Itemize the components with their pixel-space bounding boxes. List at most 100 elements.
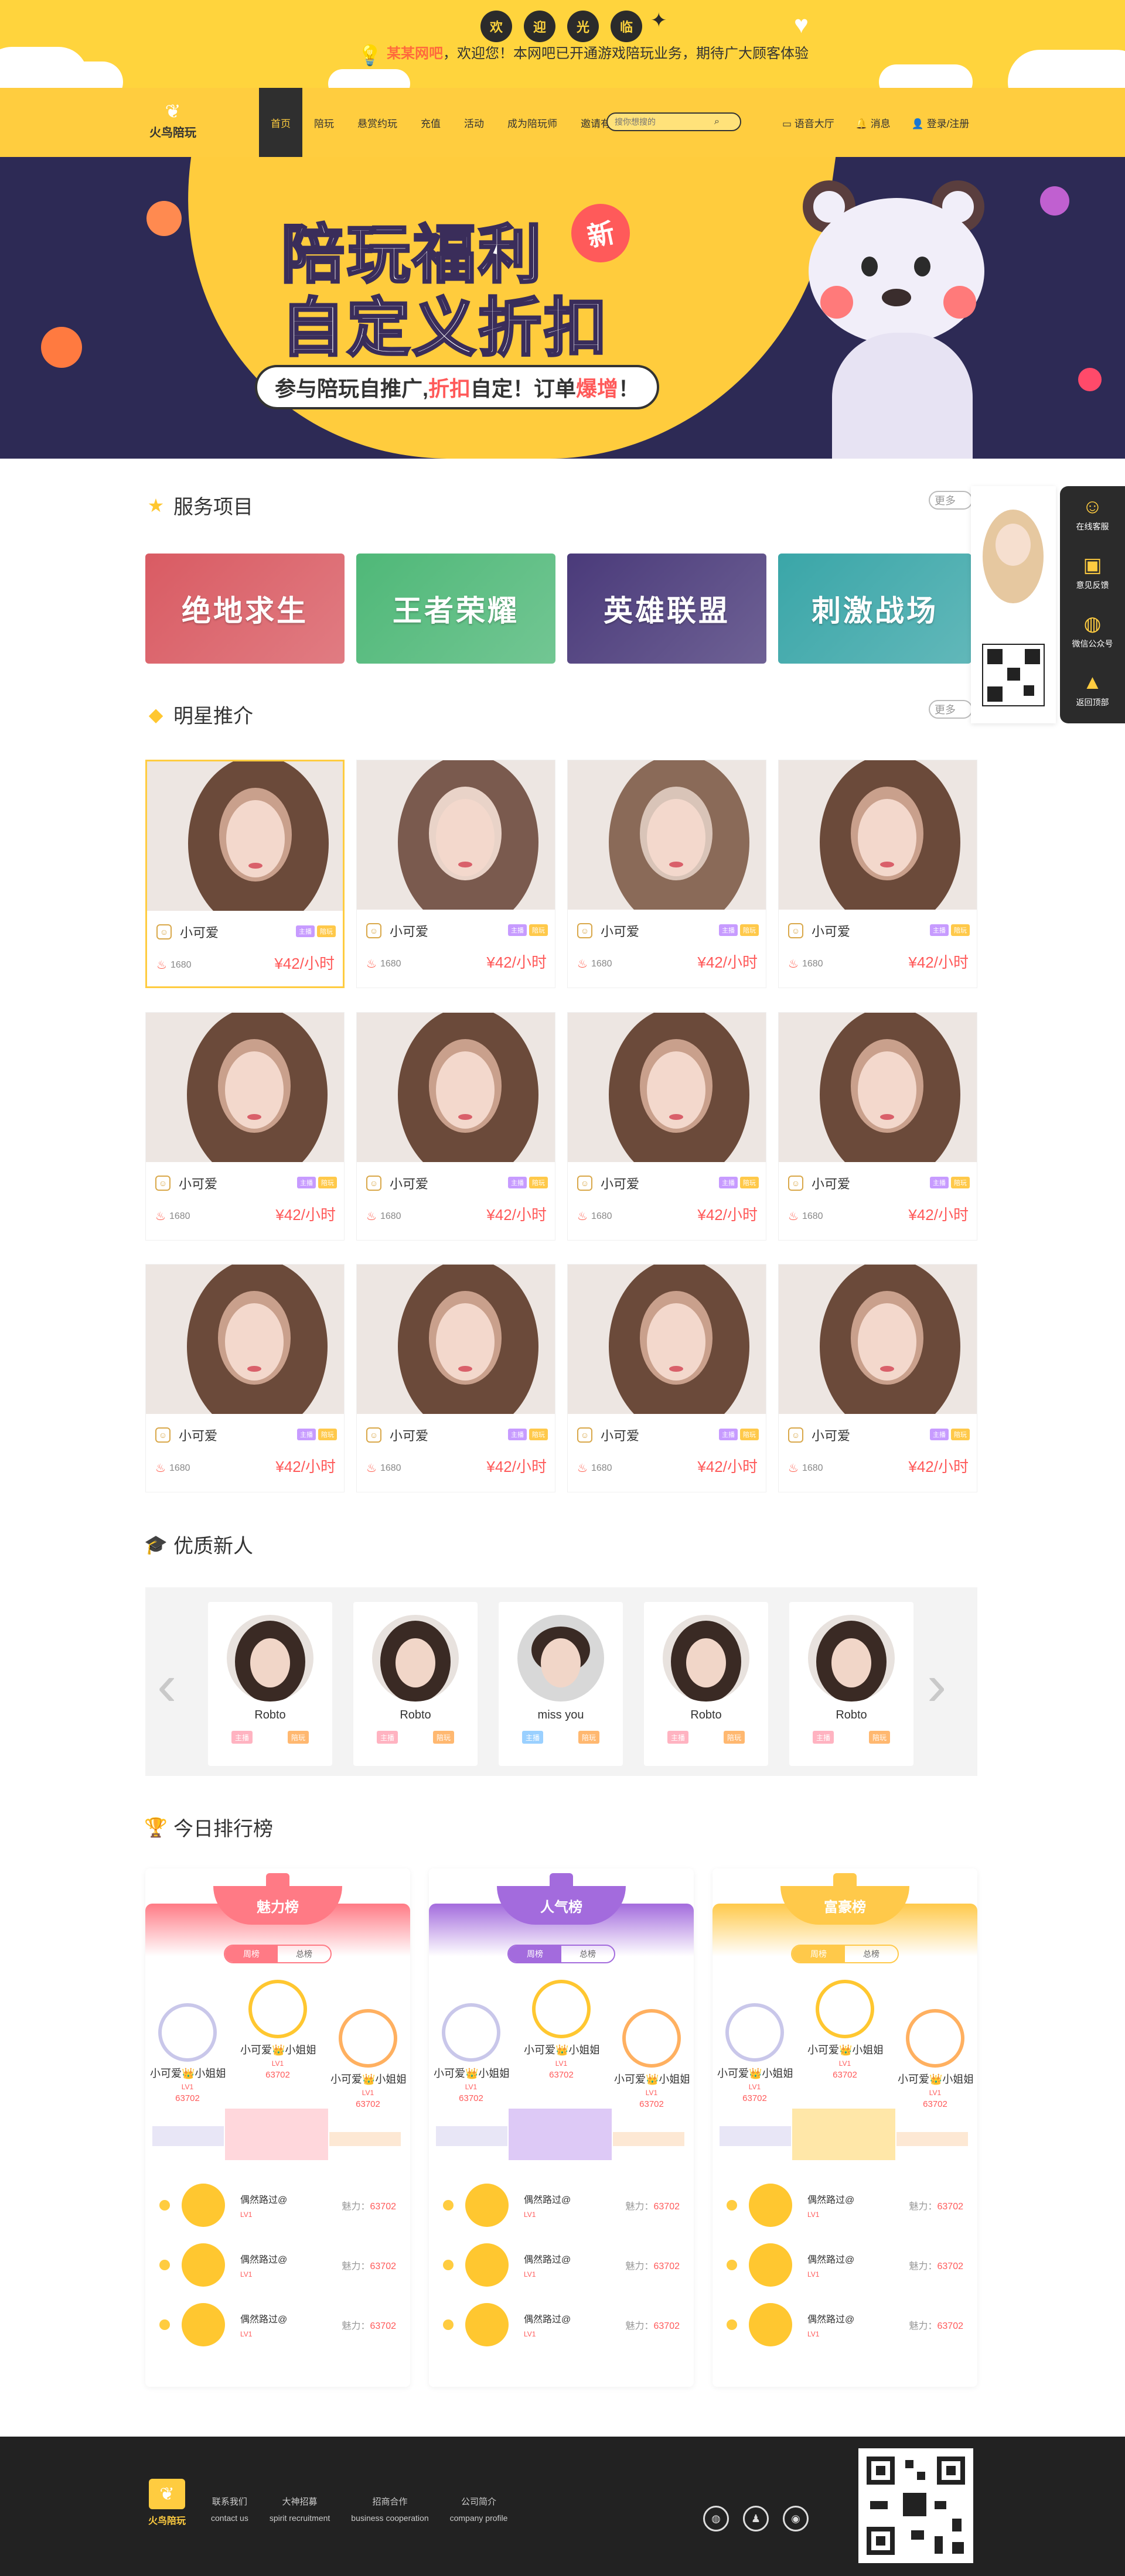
messages-link[interactable]: 🔔 消息 xyxy=(855,115,891,130)
back-to-top-button[interactable]: ▲ 返回顶部 xyxy=(1060,662,1125,718)
footer-link-recruit[interactable]: 大神招募 spirit recruitment xyxy=(270,2495,330,2523)
star-card[interactable]: ☺ 小可爱 主播 陪玩 ♨ 1680 ¥42/小时 xyxy=(356,1264,555,1492)
podium-user[interactable]: 小可爱👑小姐姐... LV1 63702 xyxy=(240,1980,315,2080)
footer-link-business[interactable]: 招商合作 business cooperation xyxy=(351,2495,428,2523)
rank-number-icon xyxy=(159,2260,170,2270)
service-honor-of-kings[interactable]: 王者荣耀 xyxy=(356,554,555,664)
stars-more-button[interactable]: 更多 xyxy=(929,700,973,719)
podium-avatar xyxy=(532,1980,591,2038)
wechat-icon[interactable]: ◍ xyxy=(703,2506,729,2531)
fire-icon: ♨ xyxy=(788,1462,799,1475)
podium-user[interactable]: 小可爱👑小姐姐... LV1 63702 xyxy=(434,2003,509,2103)
ranking-row[interactable]: 偶然路过@ LV1 魅力：63702 xyxy=(443,2298,680,2351)
voice-hall-link[interactable]: ▭ 语音大厅 xyxy=(782,115,834,130)
newcomer-card[interactable]: Robto 主播 陪玩 xyxy=(353,1602,478,1766)
nav-item-companion[interactable]: 陪玩 xyxy=(302,88,346,157)
ranking-row[interactable]: 偶然路过@ LV1 魅力：63702 xyxy=(727,2179,963,2232)
star-card[interactable]: ☺ 小可爱 主播 陪玩 ♨ 1680 ¥42/小时 xyxy=(778,760,977,988)
ranking-row[interactable]: 偶然路过@ LV1 魅力：63702 xyxy=(443,2179,680,2232)
service-pubg[interactable]: 绝地求生 xyxy=(145,554,345,664)
weibo-icon[interactable]: ◉ xyxy=(783,2506,809,2531)
star-count: 1680 xyxy=(802,1463,823,1473)
ranking-row[interactable]: 偶然路过@ LV1 魅力：63702 xyxy=(159,2239,396,2291)
star-stat: ♨ 1680 xyxy=(366,1209,401,1224)
service-pubg-mobile[interactable]: 刺激战场 xyxy=(778,554,971,664)
podium-user[interactable]: 小可爱👑小姐姐... LV1 63702 xyxy=(614,2009,689,2109)
nav-item-bounty[interactable]: 悬赏约玩 xyxy=(346,88,409,157)
qq-icon[interactable]: ♟ xyxy=(743,2506,769,2531)
online-service-button[interactable]: ☺ 在线客服 xyxy=(1060,486,1125,542)
tab-total[interactable]: 总榜 xyxy=(278,1946,330,1962)
ranking-row[interactable]: 偶然路过@ LV1 魅力：63702 xyxy=(727,2239,963,2291)
search-icon[interactable]: ⌕ xyxy=(714,117,720,127)
tab-total[interactable]: 总榜 xyxy=(561,1946,614,1962)
star-price: ¥42/小时 xyxy=(908,954,969,971)
star-card[interactable]: ☺ 小可爱 主播 陪玩 ♨ 1680 ¥42/小时 xyxy=(778,1264,977,1492)
star-card[interactable]: ☺ 小可爱 主播 陪玩 ♨ 1680 ¥42/小时 xyxy=(567,760,766,988)
star-card[interactable]: ☺ 小可爱 主播 陪玩 ♨ 1680 ¥42/小时 xyxy=(567,1264,766,1492)
footer-link-cn: 公司简介 xyxy=(461,2497,497,2507)
podium-user[interactable]: 小可爱👑小姐姐... LV1 63702 xyxy=(807,1980,882,2080)
star-tags: 主播 陪玩 xyxy=(508,1177,548,1188)
star-card[interactable]: ☺ 小可爱 主播 陪玩 ♨ 1680 ¥42/小时 xyxy=(145,760,345,988)
star-card[interactable]: ☺ 小可爱 主播 陪玩 ♨ 1680 ¥42/小时 xyxy=(567,1012,766,1241)
carousel-next-icon[interactable]: › xyxy=(927,1652,946,1719)
tag-companion: 陪玩 xyxy=(529,1177,548,1188)
service-lol[interactable]: 英雄联盟 xyxy=(567,554,766,664)
feedback-button[interactable]: ▣ 意见反馈 xyxy=(1060,545,1125,601)
banner-sub-highlight2: 爆增 xyxy=(576,377,619,401)
podium-value: 63702 xyxy=(459,2093,483,2103)
newcomer-card[interactable]: Robto 主播 陪玩 xyxy=(789,1602,913,1766)
login-link[interactable]: 👤 登录/注册 xyxy=(912,115,970,130)
star-card[interactable]: ☺ 小可爱 主播 陪玩 ♨ 1680 ¥42/小时 xyxy=(356,1012,555,1241)
board-name: 魅力榜 xyxy=(257,1899,299,1915)
star-card[interactable]: ☺ 小可爱 主播 陪玩 ♨ 1680 ¥42/小时 xyxy=(145,1264,345,1492)
footer-logo[interactable]: ❦ 火鸟陪玩 xyxy=(146,2479,188,2527)
ranking-row[interactable]: 偶然路过@ LV1 魅力：63702 xyxy=(159,2179,396,2232)
star-name: 小可爱 xyxy=(390,1429,429,1443)
rank-score-value: 63702 xyxy=(370,2202,397,2212)
podium-user[interactable]: 小可爱👑小姐姐... LV1 63702 xyxy=(150,2003,225,2103)
podium-level: LV1 xyxy=(748,2083,761,2091)
podium-user[interactable]: 小可爱👑小姐姐... LV1 63702 xyxy=(898,2009,973,2109)
rank-score-label: 魅力： xyxy=(909,2321,938,2331)
newcomer-card[interactable]: Robto 主播 陪玩 xyxy=(644,1602,768,1766)
nav-item-become-companion[interactable]: 成为陪玩师 xyxy=(496,88,569,157)
tag-anchor: 主播 xyxy=(377,1731,398,1744)
nav-item-home[interactable]: 首页 xyxy=(259,88,302,157)
footer-link-contact[interactable]: 联系我们 contact us xyxy=(211,2495,248,2523)
site-logo[interactable]: ❦ 火鸟陪玩 xyxy=(146,100,199,146)
tab-week[interactable]: 周榜 xyxy=(792,1946,845,1962)
hero-banner[interactable]: 陪玩福利 自定义折扣 新 参与陪玩自推广, 折扣 自定！订单 爆增！ xyxy=(0,157,1125,459)
star-count: 1680 xyxy=(591,1463,612,1473)
services-more-button[interactable]: 更多 xyxy=(929,491,973,510)
newcomers-heading: 🎓 优质新人 xyxy=(144,1530,253,1559)
search-input[interactable] xyxy=(615,117,714,127)
newcomer-card[interactable]: Robto 主播 陪玩 xyxy=(208,1602,332,1766)
tab-week[interactable]: 周榜 xyxy=(225,1946,278,1962)
ranking-row[interactable]: 偶然路过@ LV1 魅力：63702 xyxy=(727,2298,963,2351)
footer-link-profile[interactable]: 公司简介 company profile xyxy=(450,2495,508,2523)
ranking-row[interactable]: 偶然路过@ LV1 魅力：63702 xyxy=(443,2239,680,2291)
podium-user[interactable]: 小可爱👑小姐姐... LV1 63702 xyxy=(524,1980,599,2080)
carousel-prev-icon[interactable]: ‹ xyxy=(157,1652,176,1719)
nav-item-events[interactable]: 活动 xyxy=(452,88,496,157)
rank-number-icon xyxy=(727,2200,737,2211)
star-card[interactable]: ☺ 小可爱 主播 陪玩 ♨ 1680 ¥42/小时 xyxy=(778,1012,977,1241)
tab-week[interactable]: 周榜 xyxy=(509,1946,561,1962)
star-card[interactable]: ☺ 小可爱 主播 陪玩 ♨ 1680 ¥42/小时 xyxy=(145,1012,345,1241)
tag-companion: 陪玩 xyxy=(951,1429,970,1440)
wechat-button[interactable]: ◍ 微信公众号 xyxy=(1060,603,1125,660)
podium-name: 小可爱👑小姐姐... xyxy=(898,2073,973,2085)
podium-user[interactable]: 小可爱👑小姐姐... LV1 63702 xyxy=(717,2003,792,2103)
ranking-row[interactable]: 偶然路过@ LV1 魅力：63702 xyxy=(159,2298,396,2351)
star-card[interactable]: ☺ 小可爱 主播 陪玩 ♨ 1680 ¥42/小时 xyxy=(356,760,555,988)
footer-logo-text: 火鸟陪玩 xyxy=(148,2516,186,2526)
tab-total[interactable]: 总榜 xyxy=(845,1946,898,1962)
newcomer-card[interactable]: miss you 主播 陪玩 xyxy=(499,1602,623,1766)
rank-score-label: 魅力： xyxy=(625,2261,654,2271)
nav-item-recharge[interactable]: 充值 xyxy=(409,88,452,157)
podium-user[interactable]: 小可爱👑小姐姐... LV1 63702 xyxy=(330,2009,405,2109)
portrait-image xyxy=(568,1265,766,1414)
star-price: ¥42/小时 xyxy=(697,954,758,971)
